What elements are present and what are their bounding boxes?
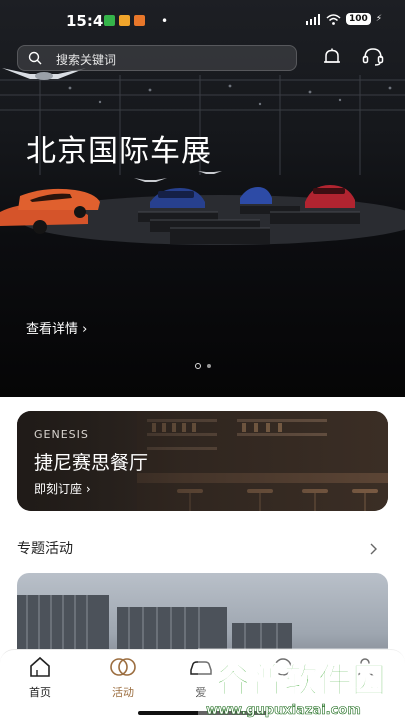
carousel-dot bbox=[207, 364, 211, 368]
hero-banner[interactable]: 15:49 • 100 ⚡ 搜索关键词 北京国际车展 查看详情 › bbox=[0, 0, 405, 397]
auto-show-photo bbox=[0, 171, 405, 245]
status-dot-icon: • bbox=[161, 14, 169, 28]
book-now-link[interactable]: 即刻订座 › bbox=[34, 480, 91, 497]
app-notification-icon bbox=[119, 15, 130, 26]
charging-icon: ⚡ bbox=[375, 14, 383, 24]
watermark-logo: 谷普软件园 www.gupuxiazai.com bbox=[198, 648, 405, 720]
search-icon bbox=[28, 51, 42, 65]
wifi-icon bbox=[326, 13, 341, 25]
tab-label: 首页 bbox=[29, 686, 51, 699]
restaurant-card[interactable]: GENESIS 捷尼赛思餐厅 即刻订座 › bbox=[17, 411, 388, 511]
restaurant-name: 捷尼赛思餐厅 bbox=[34, 452, 149, 474]
app-notification-icon bbox=[104, 15, 115, 26]
svg-text:www.gupuxiazai.com: www.gupuxiazai.com bbox=[206, 703, 361, 718]
home-icon bbox=[30, 656, 50, 677]
rings-icon bbox=[110, 658, 136, 676]
signal-icon bbox=[306, 13, 320, 25]
status-bar: 15:49 • 100 ⚡ bbox=[0, 0, 405, 42]
search-input[interactable]: 搜索关键词 bbox=[17, 45, 297, 71]
customer-service-icon[interactable] bbox=[362, 47, 384, 67]
tab-label: 活动 bbox=[112, 686, 134, 699]
restaurant-brand: GENESIS bbox=[34, 428, 89, 441]
app-notification-icon bbox=[134, 15, 145, 26]
battery-level: 100 bbox=[346, 13, 371, 25]
section-title: 专题活动 bbox=[17, 541, 73, 557]
view-details-link[interactable]: 查看详情 › bbox=[26, 318, 87, 337]
bell-icon[interactable] bbox=[322, 47, 342, 67]
svg-text:谷普软件园: 谷普软件园 bbox=[216, 661, 386, 701]
tab-home[interactable]: 首页 bbox=[15, 656, 65, 700]
chevron-right-icon[interactable] bbox=[370, 543, 378, 555]
carousel-dot-active bbox=[195, 363, 201, 369]
tab-activities[interactable]: 活动 bbox=[98, 656, 148, 700]
search-placeholder: 搜索关键词 bbox=[56, 53, 117, 67]
carousel-indicator bbox=[195, 363, 211, 369]
